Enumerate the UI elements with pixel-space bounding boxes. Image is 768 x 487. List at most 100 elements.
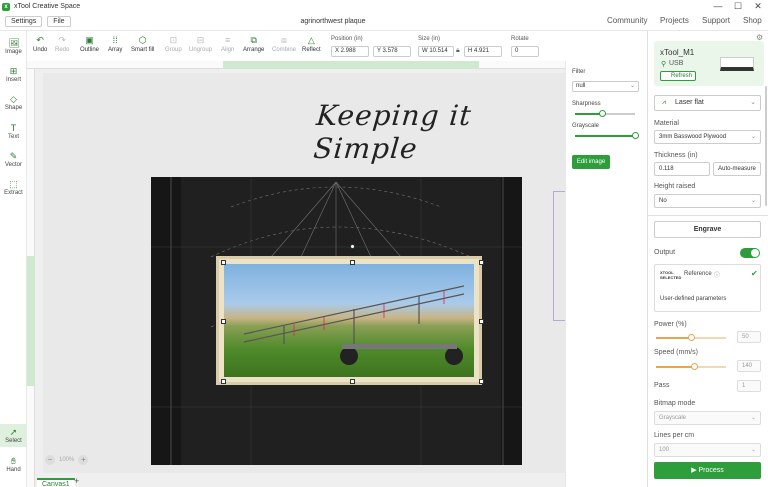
left-toolbar: 🖼︎ Image ⊞ Insert ◇ Shape T Text ✎ Vector ⬚ Ex… bbox=[0, 31, 27, 487]
design-canvas[interactable]: Keeping it Simple − 100% + Canvas1 + bbox=[27, 61, 565, 487]
redo-button[interactable]: ↷ Redo bbox=[55, 35, 69, 53]
smart-fill-button[interactable]: ⬡ Smart fill bbox=[131, 35, 154, 53]
canvas-tab[interactable]: Canvas1 bbox=[37, 478, 75, 487]
chevron-down-icon: ⌄ bbox=[750, 99, 756, 106]
selected-badge: SELECTED bbox=[660, 275, 682, 280]
cursor-icon: ➚ bbox=[9, 427, 18, 437]
text-icon: T bbox=[10, 123, 17, 133]
minimize-icon[interactable]: — bbox=[708, 0, 728, 13]
slider-knob[interactable] bbox=[687, 334, 695, 341]
bitmap-mode-label: Bitmap mode bbox=[654, 400, 696, 407]
reflect-button[interactable]: △ Reflect bbox=[302, 35, 321, 53]
shape-tool[interactable]: ◇ Shape bbox=[0, 94, 27, 111]
arrange-button[interactable]: ⧉ Arrange bbox=[243, 35, 264, 53]
user-defined-parameters[interactable]: User-defined parameters bbox=[660, 296, 726, 302]
support-link[interactable]: Support bbox=[702, 16, 730, 25]
hand-tool[interactable]: ✋︎ Hand bbox=[0, 456, 27, 473]
keeping-it-simple-text[interactable]: Keeping it Simple bbox=[312, 99, 565, 165]
device-name: xTool_M1 bbox=[660, 48, 695, 57]
close-icon[interactable]: ✕ bbox=[748, 0, 768, 13]
document-title: agrinorthwest plaque bbox=[300, 18, 366, 25]
vector-tool[interactable]: ✎ Vector bbox=[0, 151, 27, 168]
text-tool[interactable]: T Text bbox=[0, 123, 27, 140]
left-ruler bbox=[27, 69, 35, 487]
array-icon: ⁞⁞ bbox=[112, 35, 118, 45]
device-card[interactable]: xTool_M1 ⚲ USB Refresh bbox=[654, 41, 764, 86]
adjacent-object-outline[interactable] bbox=[553, 191, 565, 321]
refresh-button[interactable]: Refresh bbox=[660, 71, 696, 81]
lines-per-cm-select[interactable]: 100 ⌄ bbox=[654, 443, 761, 457]
sharpness-label: Sharpness bbox=[572, 101, 601, 107]
array-button[interactable]: ⁞⁞ Array bbox=[108, 35, 122, 53]
speed-input[interactable]: 140 bbox=[737, 360, 761, 372]
height-input[interactable]: H 4.921 bbox=[464, 46, 502, 57]
parameter-card[interactable]: XTOOL SELECTED Reference ⓘ ✔ User-define… bbox=[654, 264, 761, 312]
plaque-image[interactable] bbox=[216, 256, 482, 385]
add-canvas-button[interactable]: + bbox=[74, 476, 79, 486]
app-logo-icon: x bbox=[2, 2, 10, 11]
outline-button[interactable]: ▣ Outline bbox=[80, 35, 99, 53]
resize-handle-tl[interactable] bbox=[221, 260, 226, 265]
top-ruler bbox=[27, 61, 565, 69]
slider-knob[interactable] bbox=[691, 363, 698, 370]
laser-icon: ⩘ bbox=[662, 99, 666, 106]
resize-handle-br[interactable] bbox=[479, 379, 484, 384]
engrave-button[interactable]: Engrave bbox=[654, 221, 761, 238]
image-tool[interactable]: 🖼︎ Image bbox=[0, 38, 27, 55]
height-raised-label: Height raised bbox=[654, 183, 696, 190]
slider-knob[interactable] bbox=[598, 110, 606, 117]
auto-measure-button[interactable]: Auto-measure bbox=[713, 162, 761, 176]
maximize-icon[interactable]: ☐ bbox=[728, 0, 748, 13]
x-position-input[interactable]: X 2.988 bbox=[331, 46, 369, 57]
group-button[interactable]: ⊡ Group bbox=[165, 35, 182, 53]
resize-handle-t[interactable] bbox=[350, 260, 355, 265]
height-raised-select[interactable]: No ⌄ bbox=[654, 194, 761, 208]
center-pivot-graphic bbox=[243, 285, 465, 365]
speed-label: Speed (mm/s) bbox=[654, 349, 698, 356]
projects-link[interactable]: Projects bbox=[660, 16, 689, 25]
combine-icon: ⧈ bbox=[281, 35, 287, 45]
menu-bar: Settings File agrinorthwest plaque Commu… bbox=[0, 13, 768, 31]
resize-handle-r[interactable] bbox=[479, 319, 484, 324]
pass-input[interactable]: 1 bbox=[737, 380, 761, 392]
resize-handle-b[interactable] bbox=[350, 379, 355, 384]
scrollbar[interactable] bbox=[765, 86, 767, 206]
thickness-input[interactable]: 0.118 bbox=[654, 162, 710, 176]
edit-image-button[interactable]: Edit image bbox=[572, 155, 610, 169]
combine-button[interactable]: ⧈ Combine bbox=[272, 35, 296, 53]
ungroup-button[interactable]: ⊟ Ungroup bbox=[189, 35, 212, 53]
chevron-down-icon: ⌄ bbox=[750, 447, 756, 453]
filter-select[interactable]: null ⌄ bbox=[572, 81, 639, 92]
slider-fill bbox=[575, 135, 635, 137]
undo-button[interactable]: ↶ Undo bbox=[33, 35, 47, 53]
resize-handle-l[interactable] bbox=[221, 319, 226, 324]
extract-tool[interactable]: ⬚ Extract bbox=[0, 179, 27, 196]
shape-icon: ◇ bbox=[10, 94, 17, 104]
material-select[interactable]: 3mm Basswood Plywood ⌄ bbox=[654, 130, 761, 144]
output-toggle[interactable] bbox=[740, 248, 760, 258]
shop-link[interactable]: Shop bbox=[743, 16, 762, 25]
align-button[interactable]: ≡ Align bbox=[221, 35, 234, 53]
zoom-in-button[interactable]: + bbox=[78, 455, 89, 465]
insert-tool[interactable]: ⊞ Insert bbox=[0, 66, 27, 83]
y-position-input[interactable]: Y 3.578 bbox=[373, 46, 411, 57]
info-icon[interactable]: ⓘ bbox=[714, 270, 720, 279]
process-button[interactable]: ▶︎ Process bbox=[654, 462, 761, 479]
rotate-input[interactable]: 0 bbox=[511, 46, 539, 57]
select-tool[interactable]: ➚ Select bbox=[0, 424, 27, 447]
mode-select[interactable]: ⩘ Laser flat ⌄ bbox=[654, 95, 761, 111]
resize-handle-tr[interactable] bbox=[479, 260, 484, 265]
community-link[interactable]: Community bbox=[607, 16, 647, 25]
irrigation-photo bbox=[224, 264, 474, 377]
zoom-out-button[interactable]: − bbox=[45, 455, 55, 465]
width-input[interactable]: W 10.514 bbox=[418, 46, 454, 57]
lock-ratio-icon[interactable]: 🔒︎ bbox=[456, 47, 460, 55]
rotate-handle[interactable] bbox=[350, 244, 355, 249]
zoom-level[interactable]: 100% bbox=[59, 457, 74, 463]
image-icon: 🖼︎ bbox=[8, 38, 20, 48]
bitmap-mode-select[interactable]: Grayscale ⌄ bbox=[654, 411, 761, 425]
slider-knob[interactable] bbox=[631, 132, 639, 139]
play-icon: ▶︎ bbox=[691, 467, 699, 474]
power-input[interactable]: 50 bbox=[737, 331, 761, 343]
resize-handle-bl[interactable] bbox=[221, 379, 226, 384]
